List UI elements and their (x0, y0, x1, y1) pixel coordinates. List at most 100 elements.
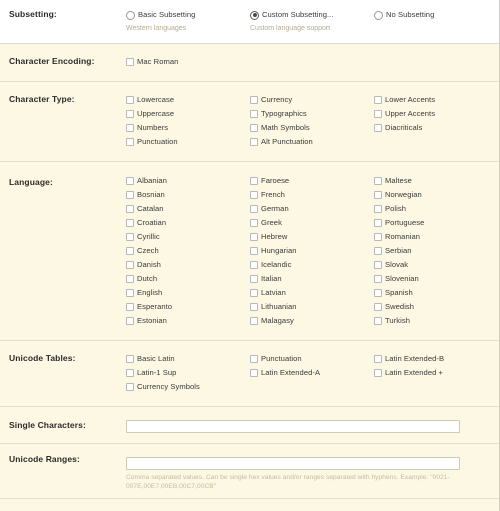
checkbox-basic-latin-icon[interactable] (126, 355, 134, 363)
checkbox-bosnian[interactable]: Bosnian (126, 188, 250, 202)
checkbox-albanian[interactable]: Albanian (126, 174, 250, 188)
checkbox-italian-icon[interactable] (250, 275, 258, 283)
checkbox-lowercase[interactable]: Lowercase (126, 93, 250, 107)
checkbox-lowercase-icon[interactable] (126, 96, 134, 104)
checkbox-portuguese[interactable]: Portuguese (374, 216, 498, 230)
checkbox-german[interactable]: German (250, 202, 374, 216)
checkbox-lower-accents[interactable]: Lower Accents (374, 93, 498, 107)
checkbox-punctuation-icon[interactable] (126, 138, 134, 146)
checkbox-norwegian[interactable]: Norwegian (374, 188, 498, 202)
checkbox-slovenian[interactable]: Slovenian (374, 272, 498, 286)
radio-custom-subsetting-icon[interactable] (250, 10, 259, 20)
checkbox-typographics[interactable]: Typographics (250, 107, 374, 121)
checkbox-diacriticals-icon[interactable] (374, 124, 382, 132)
checkbox-swedish-icon[interactable] (374, 303, 382, 311)
checkbox-hungarian-icon[interactable] (250, 247, 258, 255)
checkbox-alt-punctuation[interactable]: Alt Punctuation (250, 135, 374, 149)
subsetting-option-none-row[interactable]: No Subsetting (374, 8, 498, 22)
checkbox-math-symbols-icon[interactable] (250, 124, 258, 132)
subsetting-option-custom[interactable]: Custom Subsetting... Custom language sup… (250, 8, 374, 33)
checkbox-punctuation[interactable]: Punctuation (126, 135, 250, 149)
checkbox-hebrew[interactable]: Hebrew (250, 230, 374, 244)
checkbox-english[interactable]: English (126, 286, 250, 300)
checkbox-icelandic-icon[interactable] (250, 261, 258, 269)
checkbox-italian[interactable]: Italian (250, 272, 374, 286)
single-characters-input[interactable] (126, 420, 460, 433)
checkbox-romanian-icon[interactable] (374, 233, 382, 241)
checkbox-uppercase[interactable]: Uppercase (126, 107, 250, 121)
checkbox-latvian-icon[interactable] (250, 289, 258, 297)
checkbox-math-symbols[interactable]: Math Symbols (250, 121, 374, 135)
checkbox-hebrew-icon[interactable] (250, 233, 258, 241)
checkbox-danish-icon[interactable] (126, 261, 134, 269)
checkbox-polish-icon[interactable] (374, 205, 382, 213)
checkbox-serbian-icon[interactable] (374, 247, 382, 255)
checkbox-currency-icon[interactable] (250, 96, 258, 104)
checkbox-hungarian[interactable]: Hungarian (250, 244, 374, 258)
checkbox-estonian[interactable]: Estonian (126, 314, 250, 328)
checkbox-polish[interactable]: Polish (374, 202, 498, 216)
checkbox-estonian-icon[interactable] (126, 317, 134, 325)
checkbox-dutch-icon[interactable] (126, 275, 134, 283)
checkbox-german-icon[interactable] (250, 205, 258, 213)
checkbox-slovak-icon[interactable] (374, 261, 382, 269)
checkbox-czech-icon[interactable] (126, 247, 134, 255)
checkbox-maltese[interactable]: Maltese (374, 174, 498, 188)
checkbox-dutch[interactable]: Dutch (126, 272, 250, 286)
checkbox-malagasy-icon[interactable] (250, 317, 258, 325)
checkbox-greek[interactable]: Greek (250, 216, 374, 230)
checkbox-maltese-icon[interactable] (374, 177, 382, 185)
checkbox-cyrillic-icon[interactable] (126, 233, 134, 241)
checkbox-latvian[interactable]: Latvian (250, 286, 374, 300)
checkbox-unicode-punctuation[interactable]: Punctuation (250, 352, 374, 366)
checkbox-spanish[interactable]: Spanish (374, 286, 498, 300)
checkbox-latin-extended-a[interactable]: Latin Extended-A (250, 366, 374, 380)
checkbox-lithuanian[interactable]: Lithuanian (250, 300, 374, 314)
checkbox-mac-roman[interactable]: Mac Roman (126, 55, 250, 69)
checkbox-diacriticals[interactable]: Diacriticals (374, 121, 498, 135)
checkbox-portuguese-icon[interactable] (374, 219, 382, 227)
checkbox-slovenian-icon[interactable] (374, 275, 382, 283)
checkbox-basic-latin[interactable]: Basic Latin (126, 352, 250, 366)
checkbox-french[interactable]: French (250, 188, 374, 202)
checkbox-latin-extended-b-icon[interactable] (374, 355, 382, 363)
checkbox-faroese[interactable]: Faroese (250, 174, 374, 188)
checkbox-greek-icon[interactable] (250, 219, 258, 227)
checkbox-english-icon[interactable] (126, 289, 134, 297)
checkbox-albanian-icon[interactable] (126, 177, 134, 185)
checkbox-mac-roman-icon[interactable] (126, 58, 134, 66)
checkbox-upper-accents-icon[interactable] (374, 110, 382, 118)
checkbox-cyrillic[interactable]: Cyrillic (126, 230, 250, 244)
checkbox-faroese-icon[interactable] (250, 177, 258, 185)
checkbox-catalan-icon[interactable] (126, 205, 134, 213)
checkbox-latin-1-sup-icon[interactable] (126, 369, 134, 377)
subsetting-option-none[interactable]: No Subsetting (374, 8, 498, 22)
checkbox-lithuanian-icon[interactable] (250, 303, 258, 311)
checkbox-uppercase-icon[interactable] (126, 110, 134, 118)
checkbox-danish[interactable]: Danish (126, 258, 250, 272)
checkbox-norwegian-icon[interactable] (374, 191, 382, 199)
checkbox-currency[interactable]: Currency (250, 93, 374, 107)
checkbox-alt-punctuation-icon[interactable] (250, 138, 258, 146)
checkbox-catalan[interactable]: Catalan (126, 202, 250, 216)
checkbox-swedish[interactable]: Swedish (374, 300, 498, 314)
checkbox-croatian-icon[interactable] (126, 219, 134, 227)
checkbox-croatian[interactable]: Croatian (126, 216, 250, 230)
checkbox-turkish[interactable]: Turkish (374, 314, 498, 328)
checkbox-latin-1-sup[interactable]: Latin-1 Sup (126, 366, 250, 380)
checkbox-czech[interactable]: Czech (126, 244, 250, 258)
checkbox-latin-extended-plus-icon[interactable] (374, 369, 382, 377)
checkbox-bosnian-icon[interactable] (126, 191, 134, 199)
checkbox-unicode-punctuation-icon[interactable] (250, 355, 258, 363)
checkbox-currency-symbols[interactable]: Currency Symbols (126, 380, 250, 394)
checkbox-upper-accents[interactable]: Upper Accents (374, 107, 498, 121)
unicode-ranges-input[interactable] (126, 457, 460, 470)
checkbox-french-icon[interactable] (250, 191, 258, 199)
checkbox-numbers[interactable]: Numbers (126, 121, 250, 135)
subsetting-option-custom-row[interactable]: Custom Subsetting... (250, 8, 374, 22)
checkbox-latin-extended-a-icon[interactable] (250, 369, 258, 377)
checkbox-slovak[interactable]: Slovak (374, 258, 498, 272)
checkbox-turkish-icon[interactable] (374, 317, 382, 325)
checkbox-lower-accents-icon[interactable] (374, 96, 382, 104)
subsetting-option-basic-row[interactable]: Basic Subsetting (126, 8, 250, 22)
